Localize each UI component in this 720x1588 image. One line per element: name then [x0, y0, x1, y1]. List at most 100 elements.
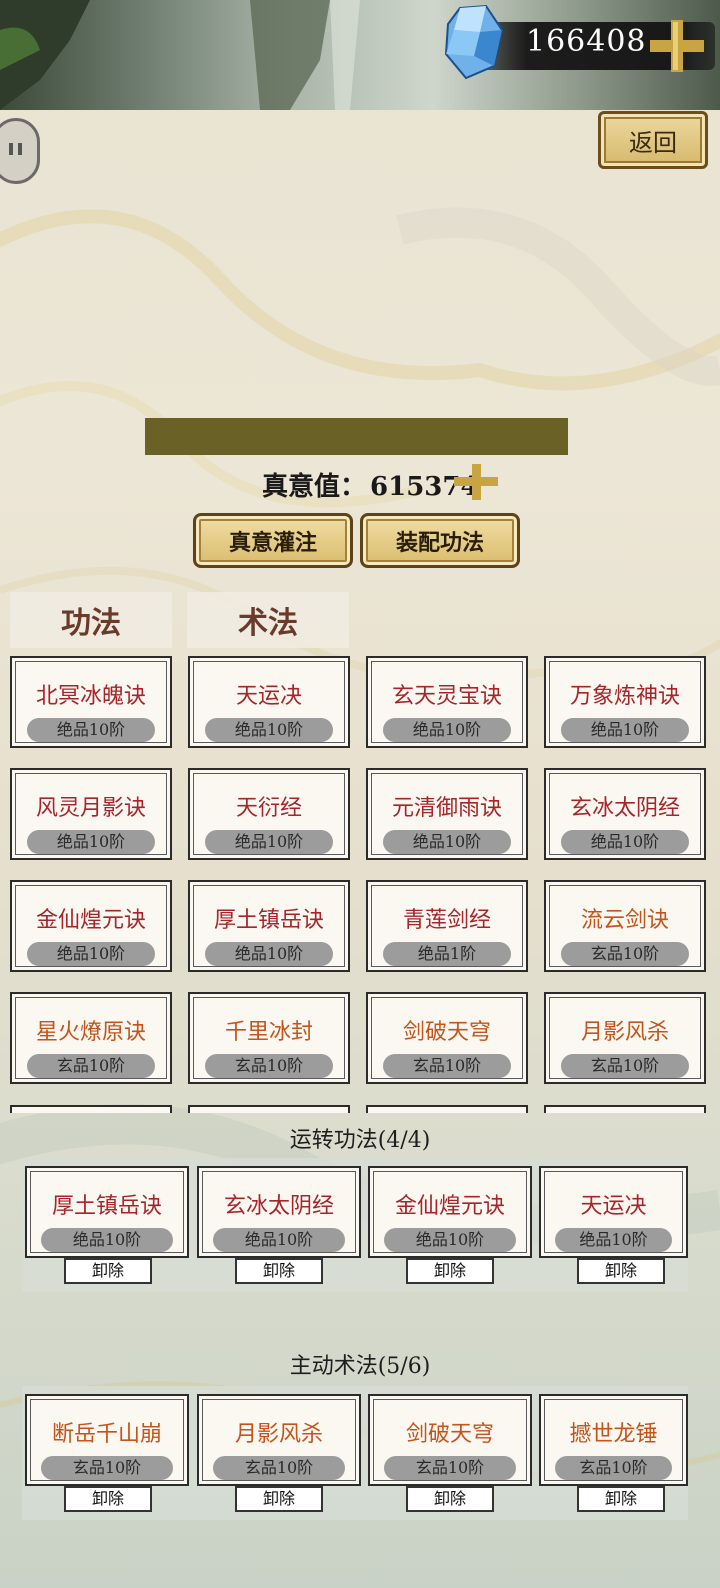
- skill-name: 月影风杀: [580, 1020, 669, 1045]
- running-skills-panel: 厚土镇岳诀绝品10阶 玄冰太阴经绝品10阶 金仙煌元诀绝品10阶 天运决绝品10…: [22, 1158, 688, 1292]
- unload-button[interactable]: 卸除: [64, 1486, 152, 1512]
- unload-button[interactable]: 卸除: [406, 1258, 494, 1284]
- skill-card[interactable]: 风灵月影诀绝品10阶: [10, 768, 172, 860]
- gold-plus-icon[interactable]: [452, 462, 500, 502]
- equipped-skill-card[interactable]: 金仙煌元诀绝品10阶: [368, 1166, 532, 1258]
- active-skills-panel: 断岳千山崩玄品10阶 月影风杀 玄品10阶 剑破天穹玄品10阶 撼世龙锤玄品10阶…: [22, 1386, 688, 1520]
- skill-name: 星火燎原诀: [35, 1020, 146, 1045]
- equipped-skill-card[interactable]: 剑破天穹玄品10阶: [368, 1394, 532, 1486]
- skill-card[interactable]: 玄天灵宝诀绝品10阶: [366, 656, 528, 748]
- skill-name: 天衍经: [235, 796, 302, 821]
- equipped-skill-card[interactable]: 玄冰太阴经绝品10阶: [197, 1166, 361, 1258]
- skill-name: 天运决: [235, 684, 302, 709]
- skill-name: 剑破天穹: [402, 1020, 491, 1045]
- skill-card[interactable]: 月影风杀玄品10阶: [544, 992, 706, 1084]
- tab-shufa[interactable]: 术法: [187, 592, 349, 648]
- skill-name: 金仙煌元诀: [35, 908, 146, 933]
- active-skills-title: 主动术法(5/6): [289, 1354, 431, 1379]
- chat-bubble-button[interactable]: [0, 118, 40, 184]
- skill-card-peek: [544, 1105, 706, 1113]
- skill-name: 厚土镇岳诀: [51, 1194, 162, 1219]
- skill-name: 天运决: [580, 1194, 647, 1219]
- skill-name: 金仙煌元诀: [394, 1194, 505, 1219]
- gold-plus-icon[interactable]: [646, 16, 708, 76]
- running-skills-title: 运转功法(4/4): [289, 1128, 431, 1153]
- skill-card[interactable]: 剑破天穹玄品10阶: [366, 992, 528, 1084]
- skill-grade: 玄品10阶: [27, 1054, 155, 1078]
- skill-name: 断岳千山崩: [51, 1422, 162, 1447]
- skill-card[interactable]: 青莲剑经绝品1阶: [366, 880, 528, 972]
- skill-card[interactable]: 天运决绝品10阶: [188, 656, 350, 748]
- skill-card[interactable]: 万象炼神诀绝品10阶: [544, 656, 706, 748]
- skill-grade: 玄品10阶: [383, 1054, 511, 1078]
- skill-card[interactable]: 元清御雨诀绝品10阶: [366, 768, 528, 860]
- equipped-skill-card[interactable]: 厚土镇岳诀绝品10阶: [25, 1166, 189, 1258]
- skill-grade: 绝品10阶: [561, 718, 689, 742]
- skill-name: 玄冰太阴经: [223, 1194, 334, 1219]
- blue-crystal-icon: [444, 4, 504, 80]
- skill-grade: 绝品10阶: [27, 942, 155, 966]
- skill-name: 青莲剑经: [402, 908, 491, 933]
- skill-grade: 绝品10阶: [383, 830, 511, 854]
- skill-name: 剑破天穹: [405, 1422, 494, 1447]
- skill-name: 月影风杀: [234, 1422, 323, 1447]
- skill-card[interactable]: 厚土镇岳诀绝品10阶: [188, 880, 350, 972]
- skill-grade: 绝品10阶: [561, 830, 689, 854]
- skill-name: 玄冰太阴经: [569, 796, 680, 821]
- skill-grade: 绝品10阶: [384, 1228, 516, 1252]
- skill-name: 撼世龙锤: [569, 1422, 658, 1447]
- equipped-skill-card[interactable]: 断岳千山崩玄品10阶: [25, 1394, 189, 1486]
- unload-button[interactable]: 卸除: [577, 1258, 665, 1284]
- equip-skill-button[interactable]: 装配功法: [360, 513, 520, 568]
- skill-card[interactable]: 金仙煌元诀绝品10阶: [10, 880, 172, 972]
- skill-grade: 绝品10阶: [27, 830, 155, 854]
- skill-grade: 绝品10阶: [383, 718, 511, 742]
- skill-grade: 绝品10阶: [41, 1228, 173, 1252]
- return-button[interactable]: 返回: [598, 111, 708, 169]
- tab-gongfa[interactable]: 功法: [10, 592, 172, 648]
- skill-grade: 绝品1阶: [383, 942, 511, 966]
- skill-name: 风灵月影诀: [35, 796, 146, 821]
- skill-name: 厚土镇岳诀: [213, 908, 324, 933]
- skill-card-peek: [188, 1105, 350, 1113]
- skill-card[interactable]: 星火燎原诀玄品10阶: [10, 992, 172, 1084]
- zhenyi-value: 真意值： 615374: [262, 466, 479, 503]
- skill-name: 流云剑诀: [580, 908, 669, 933]
- skill-card[interactable]: 天衍经绝品10阶: [188, 768, 350, 860]
- unload-button[interactable]: 卸除: [235, 1486, 323, 1512]
- skill-name: 万象炼神诀: [569, 684, 680, 709]
- progress-bar: [145, 418, 568, 455]
- skill-grade: 绝品10阶: [205, 718, 333, 742]
- gem-amount: 166408: [526, 24, 647, 59]
- skill-grade: 玄品10阶: [384, 1456, 516, 1480]
- skill-grade: 绝品10阶: [555, 1228, 672, 1252]
- skill-name: 玄天灵宝诀: [391, 684, 502, 709]
- skill-name: 千里冰封: [224, 1020, 313, 1045]
- skill-grade: 玄品10阶: [555, 1456, 672, 1480]
- unload-button[interactable]: 卸除: [577, 1486, 665, 1512]
- zhenyi-label: 真意值：: [262, 472, 367, 502]
- unload-button[interactable]: 卸除: [64, 1258, 152, 1284]
- infuse-button[interactable]: 真意灌注: [193, 513, 353, 568]
- skill-card-peek: [366, 1105, 528, 1113]
- skill-grade: 玄品10阶: [561, 942, 689, 966]
- unload-button[interactable]: 卸除: [406, 1486, 494, 1512]
- skill-grade: 绝品10阶: [205, 942, 333, 966]
- skill-grade: 玄品10阶: [561, 1054, 689, 1078]
- chat-icon: [9, 143, 22, 155]
- skill-grade: 玄品10阶: [41, 1456, 173, 1480]
- skill-grade: 玄品10阶: [205, 1054, 333, 1078]
- skill-grade: 绝品10阶: [205, 830, 333, 854]
- skill-card[interactable]: 流云剑诀玄品10阶: [544, 880, 706, 972]
- skill-card[interactable]: 千里冰封玄品10阶: [188, 992, 350, 1084]
- equipped-skill-card[interactable]: 天运决绝品10阶: [539, 1166, 688, 1258]
- skill-card[interactable]: 玄冰太阴经绝品10阶: [544, 768, 706, 860]
- skill-name: 北冥冰魄诀: [35, 684, 146, 709]
- skill-card-peek: [10, 1105, 172, 1113]
- skill-card[interactable]: 北冥冰魄诀 绝品10阶: [10, 656, 172, 748]
- unload-button[interactable]: 卸除: [235, 1258, 323, 1284]
- equipped-skill-card[interactable]: 月影风杀 玄品10阶: [197, 1394, 361, 1486]
- skill-name: 元清御雨诀: [391, 796, 502, 821]
- equipped-skill-card[interactable]: 撼世龙锤玄品10阶: [539, 1394, 688, 1486]
- skill-grade: 绝品10阶: [213, 1228, 345, 1252]
